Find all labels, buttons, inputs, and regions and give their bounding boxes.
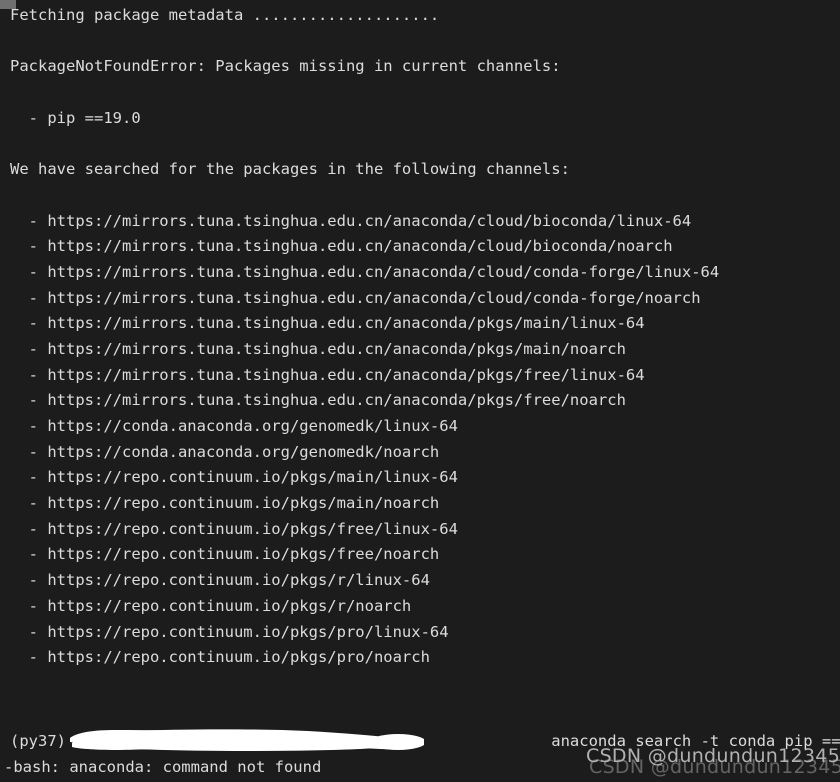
output-line: Fetching package metadata ..............… bbox=[10, 6, 440, 24]
output-line-channel-url: - https://mirrors.tuna.tsinghua.edu.cn/a… bbox=[10, 365, 645, 384]
host-path-spacer bbox=[66, 732, 551, 750]
command-line[interactable]: (py37) anaconda search -t conda pip ==19… bbox=[0, 729, 840, 755]
output-line-error-header: PackageNotFoundError: Packages missing i… bbox=[10, 57, 561, 76]
output-line-blank bbox=[0, 131, 840, 157]
output-line-channel-url: - https://repo.continuum.io/pkgs/pro/noa… bbox=[10, 648, 430, 667]
output-line-channel-url: - https://repo.continuum.io/pkgs/r/linux… bbox=[10, 571, 430, 590]
output-line-channel-url: - https://mirrors.tuna.tsinghua.edu.cn/a… bbox=[10, 314, 645, 333]
conda-env-label: (py37) bbox=[10, 732, 66, 750]
output-line-channel-url: - https://mirrors.tuna.tsinghua.edu.cn/a… bbox=[10, 237, 673, 256]
output-line-channel-url: - https://mirrors.tuna.tsinghua.edu.cn/a… bbox=[10, 339, 626, 358]
output-line-missing-package: - pip ==19.0 bbox=[10, 108, 141, 127]
output-line-channel-url: - https://repo.continuum.io/pkgs/main/li… bbox=[10, 468, 458, 487]
output-line-blank bbox=[0, 183, 840, 209]
output-line-channel-url: - https://mirrors.tuna.tsinghua.edu.cn/a… bbox=[10, 288, 701, 307]
terminal-output: Fetching package metadata ..............… bbox=[0, 0, 840, 671]
output-line-channels-header: We have searched for the packages in the… bbox=[10, 160, 570, 179]
output-line-blank bbox=[0, 80, 840, 106]
typed-command: anaconda search -t conda pip ==19.0 bbox=[551, 732, 840, 750]
output-line-channel-url: - https://mirrors.tuna.tsinghua.edu.cn/a… bbox=[10, 262, 720, 281]
output-line-channel-url: - https://conda.anaconda.org/genomedk/li… bbox=[10, 417, 458, 435]
output-line-channel-url: - https://mirrors.tuna.tsinghua.edu.cn/a… bbox=[10, 391, 626, 410]
output-line-channel-url: - https://repo.continuum.io/pkgs/pro/lin… bbox=[10, 622, 449, 641]
output-line-channel-url: - https://mirrors.tuna.tsinghua.edu.cn/a… bbox=[10, 211, 692, 230]
shell-prompt-block: (py37) anaconda search -t conda pip ==19… bbox=[0, 729, 840, 781]
terminal-window[interactable]: Fetching package metadata ..............… bbox=[0, 0, 840, 782]
output-line-channel-url: - https://repo.continuum.io/pkgs/free/li… bbox=[10, 519, 458, 538]
output-line-channel-url: - https://repo.continuum.io/pkgs/r/noarc… bbox=[10, 596, 412, 615]
output-line-channel-url: - https://repo.continuum.io/pkgs/main/no… bbox=[10, 494, 440, 513]
output-line-blank bbox=[0, 29, 840, 55]
output-line-channel-url: - https://repo.continuum.io/pkgs/free/no… bbox=[10, 545, 440, 564]
bash-error-line: -bash: anaconda: command not found bbox=[4, 758, 322, 776]
output-line-channel-url: - https://conda.anaconda.org/genomedk/no… bbox=[10, 442, 440, 461]
